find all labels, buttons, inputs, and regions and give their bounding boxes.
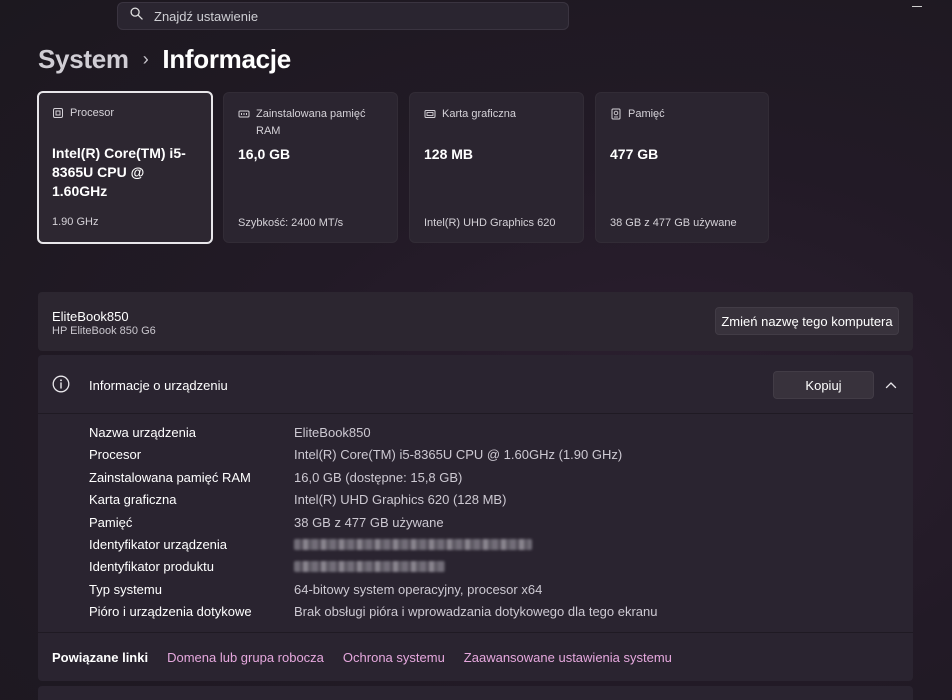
redacted-product-id — [294, 561, 445, 573]
related-links-label: Powiązane linki — [52, 649, 149, 665]
device-model: HP EliteBook 850 G6 — [52, 325, 156, 337]
link-advanced-settings[interactable]: Zaawansowane ustawienia systemu — [464, 650, 672, 665]
rename-pc-button[interactable]: Zmień nazwę tego komputera — [715, 307, 899, 335]
breadcrumb: System › Informacje — [38, 44, 291, 75]
related-links: Powiązane linki Domena lub grupa robocza… — [38, 632, 913, 681]
card-sub: Szybkość: 2400 MT/s — [238, 217, 344, 229]
page-title: Informacje — [162, 44, 291, 74]
property-value: 38 GB z 477 GB używane — [294, 514, 444, 530]
info-icon — [52, 375, 70, 393]
breadcrumb-system[interactable]: System — [38, 44, 129, 75]
property-value: Brak obsługi pióra i wprowadzania dotyko… — [294, 604, 658, 620]
property-label: Typ systemu — [89, 581, 162, 597]
property-label: Identyfikator urządzenia — [89, 536, 228, 552]
spec-card-ram[interactable]: Zainstalowana pamięć RAM 16,0 GB Szybkoś… — [223, 92, 398, 243]
device-name-row: EliteBook850 HP EliteBook 850 G6 Zmień n… — [38, 292, 913, 351]
card-sub: 38 GB z 477 GB używane — [610, 217, 737, 229]
link-system-protection[interactable]: Ochrona systemu — [343, 650, 445, 665]
card-label: Zainstalowana pamięć RAM — [256, 108, 366, 137]
device-info-panel: Informacje o urządzeniu Kopiuj Nazwa urz… — [38, 355, 913, 681]
search-box[interactable]: Znajdź ustawienie — [117, 2, 569, 30]
redacted-device-id — [294, 538, 532, 550]
property-label: Procesor — [89, 447, 142, 463]
card-value: 16,0 GB — [238, 146, 291, 162]
card-value: 477 GB — [610, 146, 659, 162]
property-label: Zainstalowana pamięć RAM — [89, 469, 251, 485]
property-value: Intel(R) Core(TM) i5-8365U CPU @ 1.60GHz… — [294, 447, 623, 463]
property-value: EliteBook850 — [294, 425, 371, 440]
device-info-header[interactable]: Informacje o urządzeniu Kopiuj — [38, 355, 913, 414]
card-sub: 1.90 GHz — [52, 216, 99, 228]
card-label: Pamięć — [628, 108, 665, 120]
property-label: Pamięć — [89, 514, 133, 530]
property-value: 64-bitowy system operacyjny, procesor x6… — [294, 581, 543, 597]
property-label: Identyfikator produktu — [89, 559, 215, 575]
card-sub: Intel(R) UHD Graphics 620 — [424, 217, 556, 229]
device-info-title: Informacje o urządzeniu — [89, 378, 228, 393]
property-label: Karta graficzna — [89, 492, 177, 508]
spec-card-gpu[interactable]: Karta graficzna 128 MB Intel(R) UHD Grap… — [409, 92, 584, 243]
spec-card-storage[interactable]: Pamięć 477 GB 38 GB z 477 GB używane — [595, 92, 769, 243]
card-label: Procesor — [70, 107, 115, 119]
next-section-panel[interactable] — [38, 686, 913, 700]
link-domain-workgroup[interactable]: Domena lub grupa robocza — [167, 650, 324, 665]
breadcrumb-separator: › — [142, 49, 149, 69]
property-value: Intel(R) UHD Graphics 620 (128 MB) — [294, 492, 507, 508]
ram-icon — [238, 110, 250, 118]
copy-button[interactable]: Kopiuj — [773, 371, 874, 399]
property-value: 16,0 GB (dostępne: 15,8 GB) — [294, 469, 463, 485]
card-value: Intel(R) Core(TM) i5-8365U CPU @ 1.60GHz — [52, 145, 186, 199]
card-label: Karta graficzna — [442, 108, 516, 120]
storage-icon — [611, 108, 621, 120]
search-icon — [130, 7, 143, 25]
processor-icon — [53, 108, 63, 118]
property-label: Nazwa urządzenia — [89, 425, 196, 440]
spec-card-processor[interactable]: Procesor Intel(R) Core(TM) i5-8365U CPU … — [37, 91, 213, 244]
device-name: EliteBook850 — [52, 309, 129, 324]
card-value: 128 MB — [424, 146, 474, 162]
gpu-icon — [424, 110, 436, 118]
chevron-up-icon[interactable] — [884, 378, 898, 392]
property-label: Pióro i urządzenia dotykowe — [89, 604, 252, 620]
search-input[interactable]: Znajdź ustawienie — [154, 9, 258, 24]
minimize-icon[interactable] — [912, 6, 922, 7]
